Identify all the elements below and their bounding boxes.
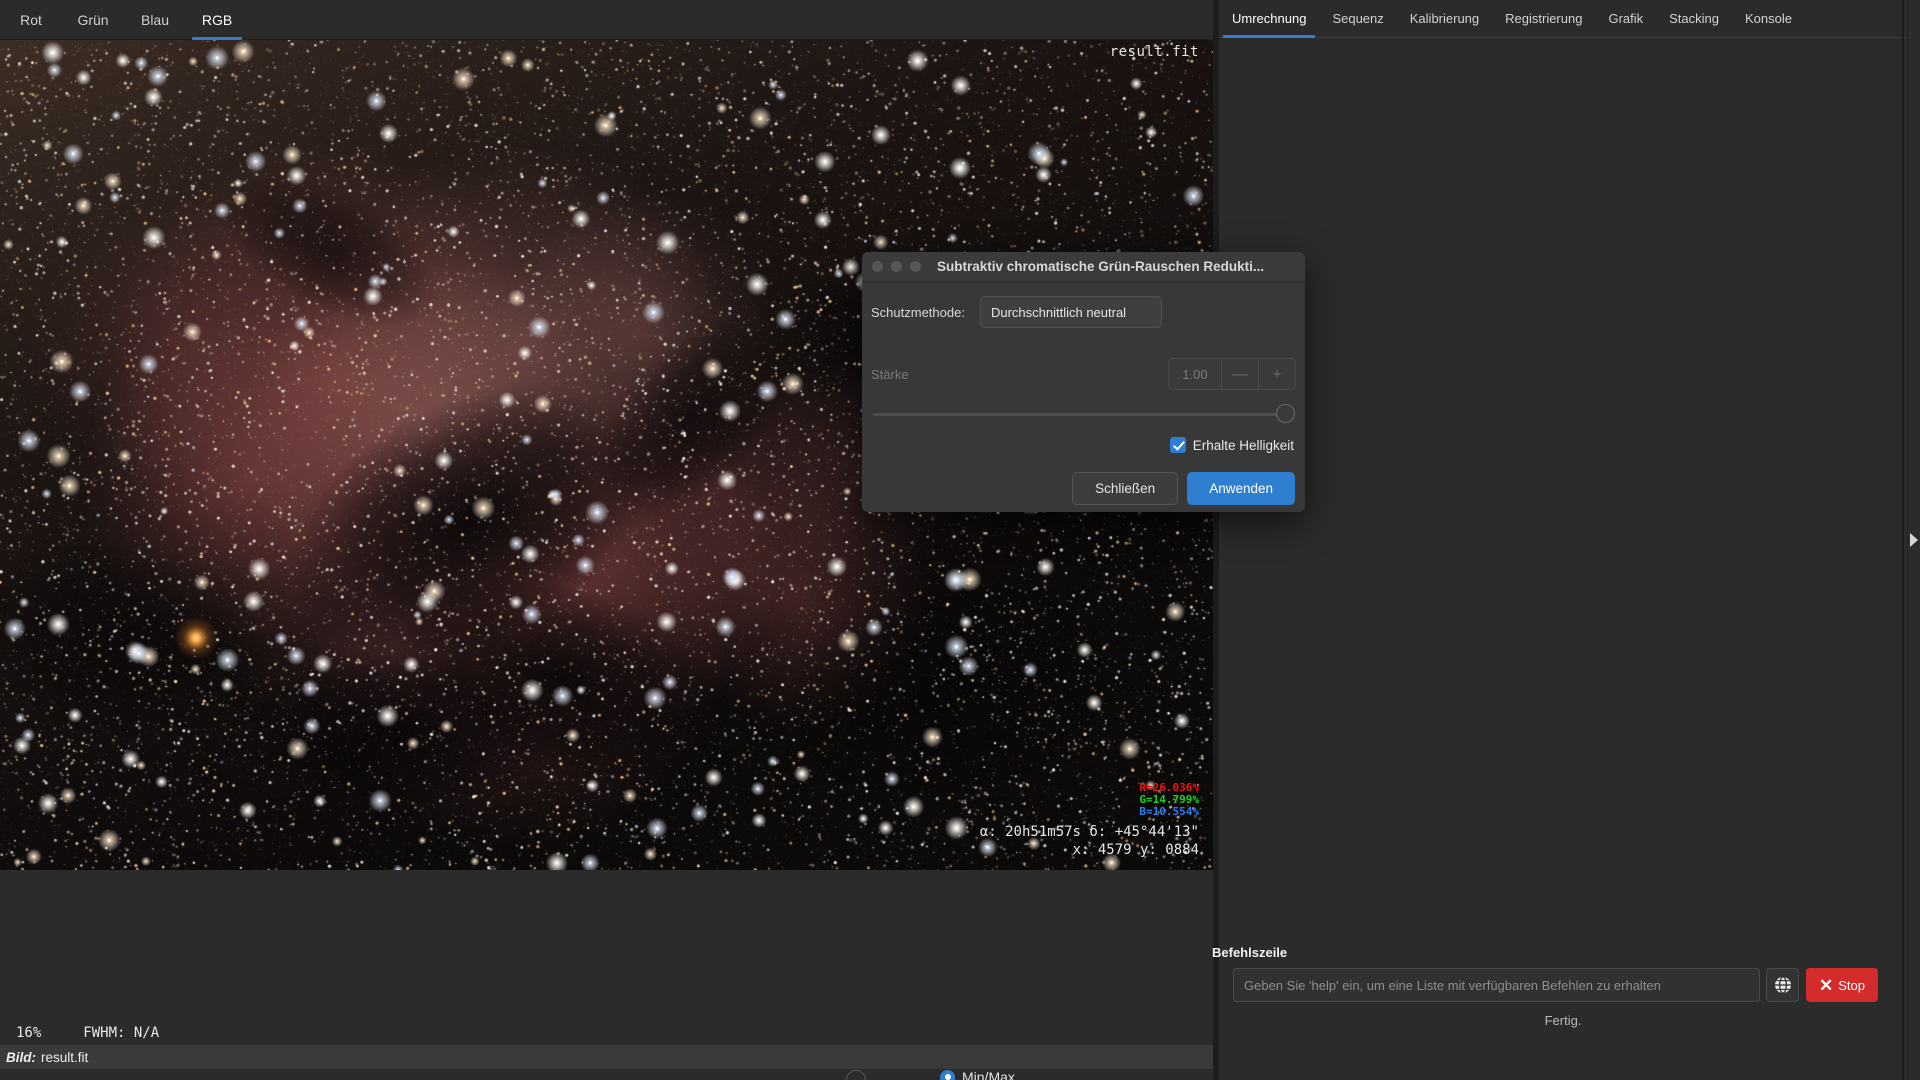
maximize-icon[interactable]: [910, 261, 921, 272]
fwhm-value: FWHM: N/A: [83, 1025, 160, 1041]
right-edge-divider: [1902, 0, 1904, 1080]
tab-stacking-label: Stacking: [1669, 11, 1720, 26]
preserve-lightness-label: Erhalte Helligkeit: [1192, 437, 1294, 453]
protection-method-row: Schutzmethode: Durchschnittlich neutral: [871, 296, 1162, 328]
tab-konsole[interactable]: Konsole: [1732, 0, 1805, 38]
channel-tab-gruen-label: Grün: [77, 11, 109, 28]
pixel-readout-blue: B=10.554%: [1139, 805, 1199, 818]
current-image-row: Bild: result.fit: [0, 1045, 1213, 1069]
tab-sequenz[interactable]: Sequenz: [1319, 0, 1396, 38]
zoom-level: 16%: [16, 1025, 42, 1041]
tab-umrechnung[interactable]: Umrechnung: [1219, 0, 1319, 38]
main-tab-bar: Umrechnung Sequenz Kalibrierung Registri…: [1219, 0, 1907, 38]
panel-expand-handle[interactable]: [1908, 0, 1920, 1080]
channel-tab-rot[interactable]: Rot: [0, 0, 62, 40]
slider-handle[interactable]: [1276, 404, 1295, 423]
command-line-row: ✕ Stop: [1233, 968, 1905, 1002]
stop-button-label: Stop: [1838, 977, 1865, 993]
apply-button-label: Anwenden: [1209, 481, 1273, 496]
tab-konsole-label: Konsole: [1745, 11, 1792, 26]
dialog-title: Subtraktiv chromatische Grün-Rauschen Re…: [937, 259, 1265, 274]
preserve-lightness-checkbox[interactable]: Erhalte Helligkeit: [1169, 437, 1294, 453]
x-icon: ✕: [1819, 975, 1834, 995]
tab-sequenz-label: Sequenz: [1332, 11, 1384, 26]
strength-increment-button[interactable]: +: [1258, 359, 1295, 389]
strength-spinner[interactable]: 1.00 — +: [1168, 358, 1296, 390]
slider-track: [873, 413, 1293, 416]
protection-method-value: Durchschnittlich neutral: [990, 304, 1127, 320]
tab-kalibrierung-label: Kalibrierung: [1409, 11, 1480, 26]
tab-grafik-label: Grafik: [1608, 11, 1644, 26]
dialog-button-row: Schließen Anwenden: [1072, 472, 1295, 505]
right-panel: Umrechnung Sequenz Kalibrierung Registri…: [1219, 0, 1907, 1080]
channel-tab-blau[interactable]: Blau: [124, 0, 186, 40]
command-status-text: Fertig.: [1544, 1013, 1582, 1028]
close-button[interactable]: Schließen: [1072, 472, 1179, 505]
channel-tab-rgb-label: RGB: [201, 11, 233, 28]
minimize-icon[interactable]: [891, 261, 902, 272]
close-button-label: Schließen: [1095, 481, 1156, 496]
strength-slider[interactable]: [873, 404, 1295, 424]
image-filename-overlay: result.fit: [1109, 44, 1199, 60]
strength-row: Stärke 1.00 — +: [871, 358, 1296, 390]
apply-button[interactable]: Anwenden: [1187, 472, 1295, 505]
protection-method-select[interactable]: Durchschnittlich neutral: [979, 296, 1162, 328]
display-mode-bar: [0, 1069, 1213, 1080]
chevron-right-icon: [1910, 533, 1918, 547]
image-status-row: 16% FWHM: N/A: [0, 1021, 1213, 1045]
command-help-button[interactable]: [1766, 968, 1799, 1002]
command-line-title: Befehlszeile: [1212, 945, 1288, 960]
strength-value[interactable]: 1.00: [1169, 359, 1221, 389]
channel-tab-gruen[interactable]: Grün: [62, 0, 124, 40]
minmax-radio[interactable]: Min/Max: [940, 1069, 1015, 1080]
channel-tab-rgb[interactable]: RGB: [186, 0, 248, 40]
radio-selected-icon: [940, 1069, 955, 1080]
tab-stacking[interactable]: Stacking: [1656, 0, 1732, 38]
stop-button[interactable]: ✕ Stop: [1806, 968, 1878, 1002]
protection-method-label: Schutzmethode:: [871, 304, 965, 320]
green-noise-reduction-dialog[interactable]: Subtraktiv chromatische Grün-Rauschen Re…: [862, 252, 1305, 512]
strength-decrement-button[interactable]: —: [1221, 359, 1258, 389]
strength-label: Stärke: [871, 366, 909, 382]
current-image-name: result.fit: [41, 1049, 89, 1065]
command-input[interactable]: [1233, 968, 1760, 1002]
tab-umrechnung-label: Umrechnung: [1232, 11, 1307, 26]
globe-icon: [1774, 976, 1791, 994]
close-icon[interactable]: [872, 261, 883, 272]
checkbox-checked-icon: [1169, 437, 1186, 453]
tab-grafik[interactable]: Grafik: [1595, 0, 1656, 38]
tab-kalibrierung[interactable]: Kalibrierung: [1397, 0, 1492, 38]
siril-window: Rot Grün Blau RGB result.fit R=26.036% G…: [0, 0, 1920, 1080]
pixel-coordinates: x: 4579 y: 0884: [1072, 842, 1199, 858]
pixel-rgb-readout: R=26.036% G=14.799% B=10.554%: [1139, 782, 1199, 818]
minmax-label: Min/Max: [962, 1069, 1015, 1080]
tab-registrierung-label: Registrierung: [1505, 11, 1583, 26]
channel-tab-rot-label: Rot: [20, 11, 42, 28]
celestial-coordinates: α: 20h51m57s δ: +45°44'13": [979, 824, 1199, 840]
tab-registrierung[interactable]: Registrierung: [1492, 0, 1595, 38]
image-pane: Rot Grün Blau RGB result.fit R=26.036% G…: [0, 0, 1213, 1080]
current-image-label: Bild:: [6, 1049, 36, 1065]
dialog-titlebar[interactable]: Subtraktiv chromatische Grün-Rauschen Re…: [862, 252, 1305, 282]
channel-tab-blau-label: Blau: [140, 11, 170, 28]
channel-tab-bar: Rot Grün Blau RGB: [0, 0, 1213, 40]
